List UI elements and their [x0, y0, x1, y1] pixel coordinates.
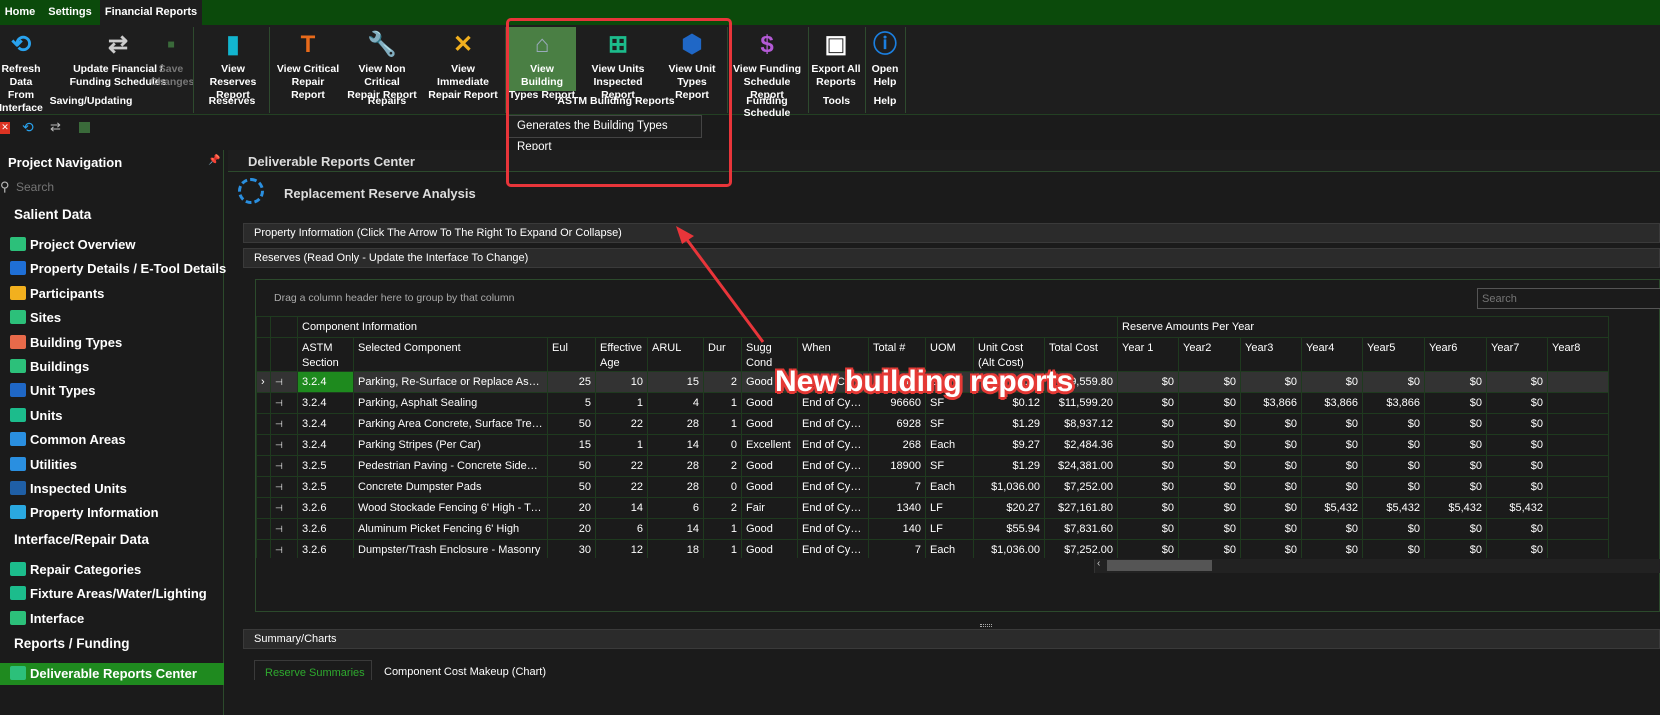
- annotation-arrow: [676, 226, 765, 343]
- annotation-label: New building reports: [775, 365, 1074, 398]
